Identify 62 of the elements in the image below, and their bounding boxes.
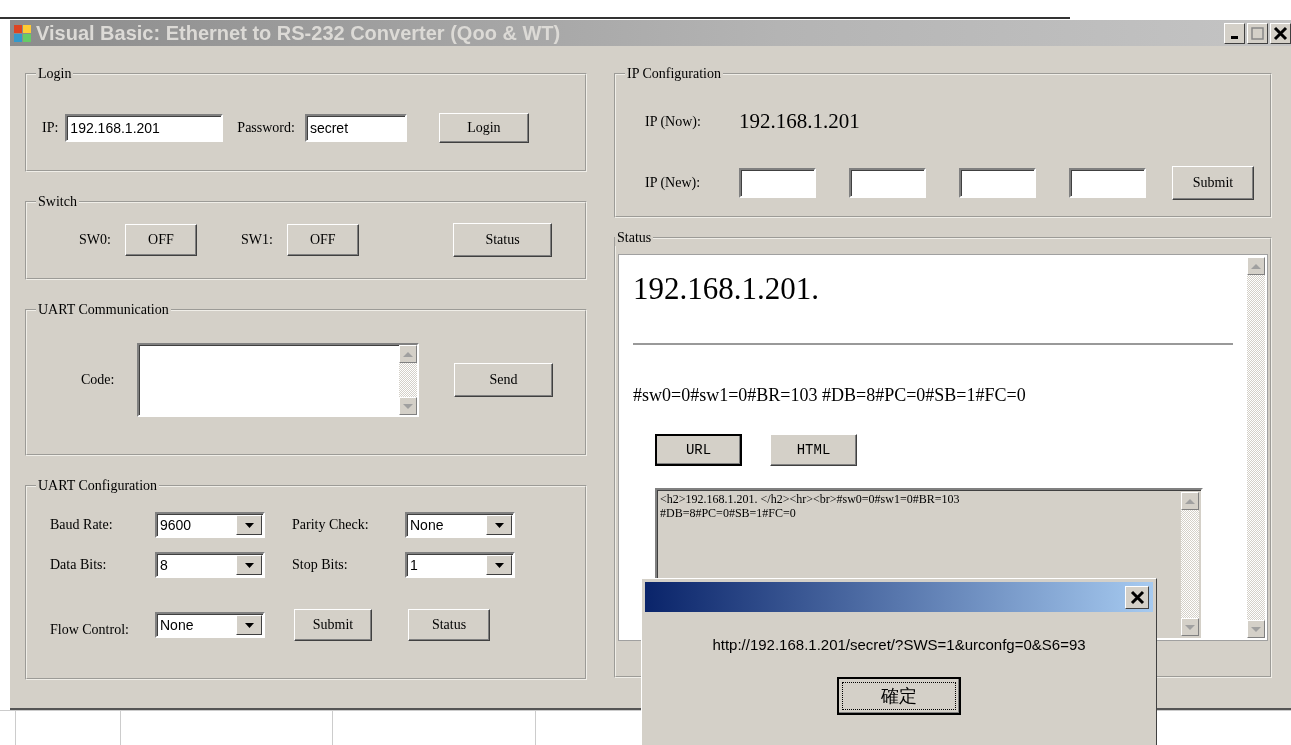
- group-title: IP Configuration: [626, 66, 722, 82]
- input-field[interactable]: [959, 168, 1036, 198]
- dropdown[interactable]: None: [155, 612, 265, 638]
- field-label: SW0:: [79, 232, 111, 248]
- button[interactable]: Status: [453, 223, 552, 257]
- maximize-button[interactable]: [1247, 22, 1268, 44]
- scrollbar[interactable]: [1181, 492, 1199, 636]
- close-button[interactable]: [1270, 22, 1291, 44]
- button[interactable]: Submit: [1172, 166, 1254, 200]
- field-label: IP (Now):: [645, 113, 702, 130]
- field-label: Code:: [81, 372, 116, 388]
- input-field[interactable]: [1069, 168, 1146, 198]
- group-title: UART Communication: [37, 302, 170, 318]
- button[interactable]: HTML: [770, 434, 857, 466]
- page-heading: 192.168.1.201.: [633, 271, 820, 307]
- page-text: #sw0=0#sw1=0#BR=103 #DB=8#PC=0#SB=1#FC=0: [633, 385, 1027, 406]
- caret-icon: [494, 522, 504, 528]
- minimize-button[interactable]: [1224, 22, 1245, 44]
- ip-address: 192.168.1.201: [739, 109, 860, 134]
- group-title: UART Configuration: [37, 478, 159, 494]
- caret-icon: [494, 562, 504, 568]
- field-label: Parity Check:: [291, 517, 370, 533]
- group-title: Status: [616, 230, 653, 246]
- caret-icon: [244, 562, 254, 568]
- field-label: Stop Bits:: [291, 557, 349, 573]
- button[interactable]: 確定: [837, 677, 961, 715]
- field-label: IP:: [42, 120, 59, 136]
- input-field[interactable]: secret: [304, 114, 407, 142]
- dropdown[interactable]: 1: [405, 552, 515, 578]
- source-text: <h2>192.168.1.201. </h2><hr><br>#sw0=0#sw1=0#BR=103 #DB=8#PC=0#SB=1#FC=0: [659, 491, 961, 522]
- button[interactable]: Send: [454, 363, 553, 397]
- dropdown[interactable]: None: [405, 512, 515, 538]
- close-icon: [1273, 25, 1288, 41]
- code-field[interactable]: [137, 343, 419, 417]
- close-icon: [1129, 589, 1145, 605]
- dropdown[interactable]: 9600: [155, 512, 265, 538]
- dropdown[interactable]: 8: [155, 552, 265, 578]
- maximize-icon: [1250, 25, 1265, 41]
- field-label: Data Bits:: [50, 557, 108, 573]
- field-label: SW1:: [240, 232, 273, 248]
- input-field[interactable]: [739, 168, 816, 198]
- field-label: Baud Rate:: [50, 517, 114, 533]
- minimize-icon: [1231, 35, 1238, 39]
- caret-icon: [244, 522, 254, 528]
- button[interactable]: OFF: [286, 224, 359, 256]
- close-button[interactable]: [1125, 585, 1149, 609]
- group-title: Login: [37, 66, 73, 82]
- button[interactable]: URL: [655, 434, 742, 466]
- field-label: IP (New):: [645, 175, 702, 191]
- button[interactable]: Status: [408, 609, 490, 641]
- scrollbar[interactable]: [1247, 257, 1265, 638]
- app-icon: [13, 23, 32, 43]
- caret-icon: [244, 622, 254, 628]
- button[interactable]: OFF: [124, 224, 197, 256]
- button[interactable]: Submit: [294, 609, 372, 641]
- scrollbar[interactable]: [399, 345, 417, 415]
- input-field[interactable]: [849, 168, 926, 198]
- button[interactable]: Login: [438, 113, 529, 143]
- field-label: Flow Control:: [50, 622, 130, 638]
- group-title: Switch: [37, 194, 78, 210]
- input-field[interactable]: 192.168.1.201: [65, 114, 224, 142]
- field-label: Password:: [237, 120, 295, 136]
